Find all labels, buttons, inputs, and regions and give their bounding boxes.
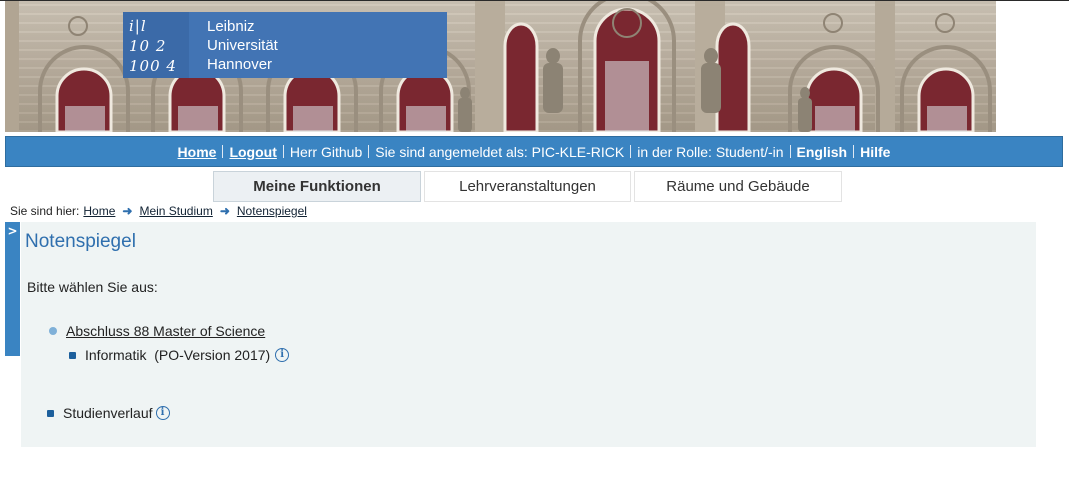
selection-prompt: Bitte wählen Sie aus: (27, 279, 158, 295)
program-list-item: Informatik (PO-Version 2017) i (69, 347, 290, 363)
home-link[interactable]: Home (178, 144, 217, 160)
breadcrumb-notenspiegel-link[interactable]: Notenspiegel (237, 204, 307, 218)
page-title: Notenspiegel (25, 231, 136, 252)
tab-meine-funktionen[interactable]: Meine Funktionen (213, 171, 421, 202)
main-tabs: Meine Funktionen Lehrveranstaltungen Räu… (213, 171, 845, 202)
arrow-right-icon: ➜ (122, 204, 133, 218)
info-icon[interactable]: i (155, 406, 170, 420)
history-label: Studienverlauf (63, 405, 153, 421)
help-link[interactable]: Hilfe (860, 144, 890, 160)
logo-mark-line: 100 4 (129, 57, 177, 75)
history-list-item: Studienverlauf i (47, 405, 170, 421)
logo-text: Leibniz Universität Hannover (207, 17, 278, 74)
bullet-icon (69, 351, 76, 359)
breadcrumb: Sie sind hier: Home ➜ Mein Studium ➜ Not… (10, 204, 307, 218)
tab-lehrveranstaltungen[interactable]: Lehrveranstaltungen (424, 171, 631, 202)
content-panel: Notenspiegel Bitte wählen Sie aus: Absch… (21, 222, 1036, 447)
user-name: Herr Github (289, 143, 363, 160)
degree-list-item: Abschluss 88 Master of Science (49, 323, 265, 339)
logo-mark: i|l 10 2 100 4 (123, 12, 189, 78)
logged-in-as-text: Sie sind angemeldet als: PIC-KLE-RICK (375, 143, 625, 160)
bullet-icon (49, 327, 57, 335)
info-icon[interactable]: i (275, 348, 290, 362)
header-banner: i|l 10 2 100 4 Leibniz Universität Hanno… (5, 1, 996, 132)
university-logo[interactable]: i|l 10 2 100 4 Leibniz Universität Hanno… (123, 12, 447, 78)
breadcrumb-home-link[interactable]: Home (83, 204, 115, 218)
arrow-right-icon: ➜ (219, 204, 230, 218)
logout-link[interactable]: Logout (229, 144, 276, 160)
program-label: Informatik (PO-Version 2017) (85, 347, 271, 363)
logo-mark-line: i|l (129, 17, 147, 35)
breadcrumb-prefix: Sie sind hier: (10, 204, 80, 218)
role-text: in der Rolle: Student/-in (637, 143, 784, 160)
tab-raeume-und-gebaeude[interactable]: Räume und Gebäude (634, 171, 842, 202)
breadcrumb-mein-studium-link[interactable]: Mein Studium (139, 204, 212, 218)
language-english-link[interactable]: English (797, 144, 848, 160)
sidebar-toggle-button[interactable]: > (5, 222, 20, 356)
logo-mark-line: 10 2 (129, 37, 167, 55)
logo-text-line: Hannover (207, 56, 273, 73)
top-navigation-bar: Home Logout Herr Github Sie sind angemel… (5, 136, 1063, 167)
degree-link[interactable]: Abschluss 88 Master of Science (66, 323, 265, 339)
bullet-icon (47, 409, 54, 417)
logo-text-line: Universität (207, 37, 278, 54)
logo-text-line: Leibniz (207, 18, 255, 35)
